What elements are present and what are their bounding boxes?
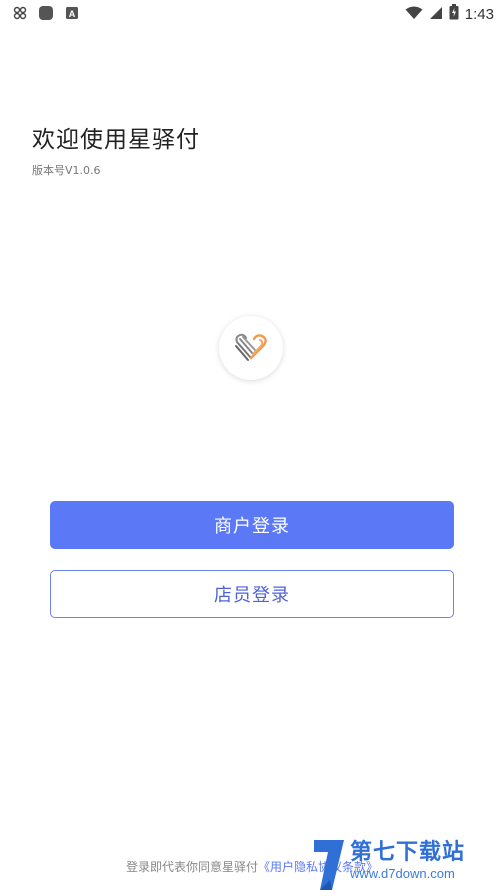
staff-login-label: 店员登录 (214, 585, 290, 606)
a-badge-icon: A (64, 5, 80, 21)
version-label: 版本号V1.0.6 (32, 164, 101, 177)
battery-icon (449, 4, 459, 24)
status-time: 1:43 (464, 5, 494, 23)
watermark-logo-icon (314, 840, 344, 890)
merchant-login-label: 商户登录 (214, 516, 290, 537)
wifi-icon (405, 5, 423, 24)
merchant-login-button[interactable]: 商户登录 (50, 501, 454, 549)
heart-logo-icon (235, 333, 267, 361)
welcome-title: 欢迎使用星驿付 (32, 127, 200, 153)
rounded-square-icon (38, 5, 54, 21)
watermark-title: 第七下载站 (350, 840, 466, 865)
app-logo (219, 316, 283, 380)
watermark-url: www.d7down.com (350, 866, 455, 881)
status-bar-right: 1:43 (405, 4, 494, 24)
agreement-text: 登录即代表你同意星驿付 (125, 860, 258, 874)
watermark: 第七下载站 www.d7down.com (310, 834, 500, 894)
svg-text:A: A (69, 9, 76, 19)
status-bar-left: A (12, 5, 80, 21)
staff-login-button[interactable]: 店员登录 (50, 570, 454, 618)
status-bar: A 1:43 (0, 0, 504, 26)
signal-icon (429, 5, 443, 24)
cluster-icon (12, 5, 28, 21)
